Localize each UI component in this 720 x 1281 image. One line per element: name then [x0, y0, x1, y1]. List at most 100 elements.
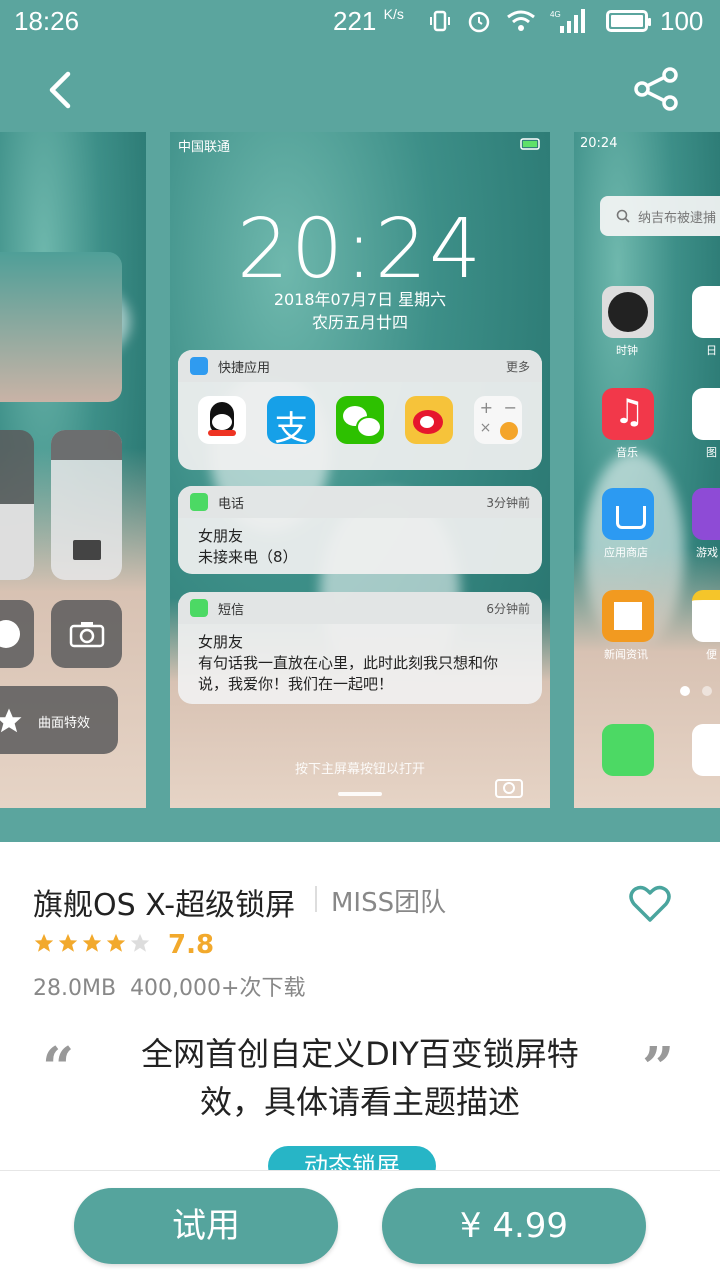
star-filled-icon	[106, 933, 126, 952]
download-count: 400,000+次下载	[130, 976, 306, 1001]
quick-apps-card: 快捷应用 更多 支 + − ×	[178, 350, 542, 470]
home-time: 20:24	[580, 136, 618, 151]
call-time: 3分钟前	[486, 495, 530, 510]
games-app-icon[interactable]	[692, 488, 720, 540]
theme-author[interactable]: MISS团队	[331, 882, 446, 919]
search-icon	[616, 209, 630, 223]
curved-effect-tile[interactable]: 曲面特效	[0, 686, 118, 754]
preview-header: 18:26 221 K/s 4G 100 曲面特效 中国联通 20:24 201…	[0, 0, 720, 842]
signal-icon: 4G	[550, 9, 585, 33]
qq-icon[interactable]	[198, 396, 247, 444]
sms-notification-header: 短信 6分钟前	[178, 592, 542, 624]
clock-app-label: 时钟	[616, 344, 638, 357]
favorite-heart-icon[interactable]	[628, 884, 672, 924]
calculator-icon[interactable]: + − ×	[473, 396, 522, 444]
call-text: 未接来电（8）	[198, 548, 298, 566]
file-size: 28.0MB	[33, 976, 117, 1001]
call-app-name: 电话	[218, 496, 245, 512]
status-bar: 18:26 221 K/s 4G 100	[0, 0, 720, 44]
app-store-icon[interactable]	[602, 488, 654, 540]
star-empty-icon	[130, 933, 150, 952]
quick-apps-header: 快捷应用 更多	[178, 350, 542, 382]
curved-effect-label: 曲面特效	[38, 716, 91, 731]
page-dot-active	[680, 686, 690, 696]
chevron-left-icon[interactable]	[40, 68, 80, 112]
star-icon	[0, 708, 22, 733]
network-speed: 221 K/s	[333, 6, 404, 37]
page-dot	[702, 686, 712, 696]
buy-button[interactable]: ¥ 4.99	[382, 1188, 646, 1264]
calendar-app-icon[interactable]	[692, 286, 720, 338]
unlock-hint: 按下主屏幕按钮以打开	[294, 762, 425, 777]
screenshot-lock-screen[interactable]: 中国联通 20:24 2018年07月7日 星期六 农历五月廿四 快捷应用 更多 …	[170, 132, 550, 808]
brightness-slider[interactable]	[0, 430, 34, 580]
theme-meta: 28.0MB 400,000+次下载	[33, 970, 305, 1002]
news-app-icon[interactable]	[602, 590, 654, 642]
title-divider	[315, 886, 317, 912]
wallpaper-tile	[0, 252, 122, 402]
vibrate-icon	[430, 10, 450, 32]
battery-level: 100	[660, 6, 704, 36]
call-notification[interactable]: 电话 3分钟前 女朋友未接来电（8）	[178, 486, 542, 574]
status-time: 18:26	[14, 6, 80, 36]
news-app-label: 新闻资讯	[604, 648, 648, 661]
battery-icon	[606, 10, 651, 32]
screenshot-control-center[interactable]: 曲面特效	[0, 132, 146, 808]
photos-app-icon[interactable]	[692, 388, 720, 440]
volume-slider[interactable]	[51, 430, 122, 580]
camera-icon[interactable]	[494, 775, 524, 799]
sms-time: 6分钟前	[486, 601, 530, 616]
theme-title: 旗舰OS X-超级锁屏	[33, 888, 296, 923]
open-quote-icon: “	[42, 1035, 75, 1101]
sms-contact: 女朋友	[198, 633, 244, 651]
call-contact: 女朋友	[198, 527, 244, 545]
speed-value: 221	[333, 6, 377, 36]
rating-stars	[33, 932, 151, 954]
games-app-label: 游戏	[696, 546, 718, 559]
share-icon[interactable]	[632, 66, 680, 112]
lock-date: 2018年07月7日 星期六	[273, 290, 447, 309]
photos-app-label: 图	[706, 446, 717, 459]
alipay-icon[interactable]: 支	[267, 396, 316, 449]
sms-notification[interactable]: 短信 6分钟前 女朋友有句话我一直放在心里，此时此刻我只想和你说，我爱你！我们在一…	[178, 592, 542, 704]
music-app-label: 音乐	[616, 446, 638, 459]
wifi-icon	[507, 10, 535, 31]
calendar-app-label: 日	[706, 344, 717, 357]
notes-app-icon[interactable]	[692, 590, 720, 642]
store-icon	[190, 357, 208, 375]
quick-apps-more[interactable]: 更多	[506, 358, 530, 375]
clock-app-icon[interactable]	[602, 286, 654, 338]
app-store-label: 应用商店	[604, 546, 648, 559]
search-placeholder: 纳吉布被逮捕	[638, 211, 717, 226]
alarm-icon	[468, 11, 490, 33]
notes-app-label: 便	[706, 648, 717, 661]
wechat-icon[interactable]	[335, 396, 384, 444]
message-icon	[190, 599, 208, 617]
star-filled-icon	[34, 933, 54, 952]
speed-unit: K/s	[383, 6, 404, 22]
timer-tile[interactable]	[0, 600, 34, 668]
camera-icon	[69, 622, 105, 648]
camera-tile[interactable]	[51, 600, 122, 668]
star-filled-icon	[82, 933, 102, 952]
theme-description: 全网首创自定义DIY百变锁屏特效，具体请看主题描述	[141, 1035, 579, 1121]
lock-clock: 20:24	[236, 202, 484, 297]
mini-battery-icon	[520, 138, 540, 150]
sms-text: 有句话我一直放在心里，此时此刻我只想和你说，我爱你！我们在一起吧！	[198, 654, 499, 693]
rating-value: 7.8	[168, 930, 215, 960]
quick-apps-title: 快捷应用	[218, 360, 271, 376]
lock-carrier: 中国联通	[178, 140, 231, 155]
status-icons: 4G	[428, 8, 586, 34]
star-filled-icon	[58, 933, 78, 952]
sms-app-name: 短信	[218, 602, 245, 618]
phone-icon	[190, 493, 208, 511]
screenshot-home-screen[interactable]: 20:24 纳吉布被逮捕 时钟 日 ♫ 音乐 图 应用商店 游戏 新闻资讯 便	[574, 132, 720, 808]
call-notification-header: 电话 3分钟前	[178, 486, 542, 518]
phone-app-icon[interactable]	[602, 724, 654, 776]
music-app-icon[interactable]: ♫	[602, 388, 654, 440]
try-button[interactable]: 试用	[74, 1188, 338, 1264]
lock-lunar-date: 农历五月廿四	[311, 313, 408, 332]
weibo-icon[interactable]	[404, 396, 453, 444]
browser-app-icon[interactable]	[692, 724, 720, 776]
search-bar[interactable]: 纳吉布被逮捕	[600, 196, 720, 236]
